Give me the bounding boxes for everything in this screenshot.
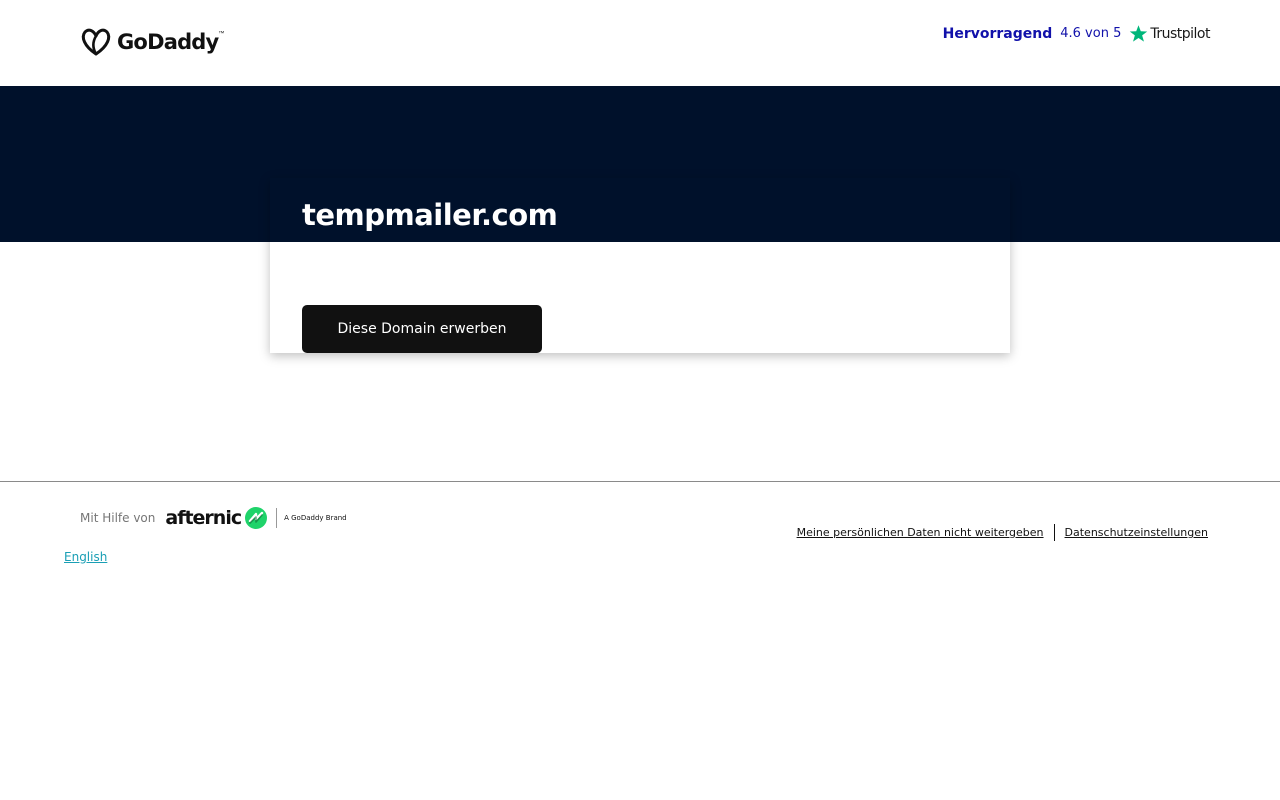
powered-by-label: Mit Hilfe von — [80, 511, 156, 525]
logo-wordmark: GoDaddy — [117, 30, 219, 54]
site-header: GoDaddy ™ Hervorragend 4.6 von 5 Trustpi… — [0, 0, 1280, 86]
trustpilot-brand: Trustpilot — [1150, 25, 1210, 42]
domain-name-title: tempmailer.com — [302, 198, 558, 232]
buy-domain-button[interactable]: Diese Domain erwerben — [302, 305, 542, 353]
trustpilot-widget[interactable]: Hervorragend 4.6 von 5 Trustpilot — [943, 24, 1210, 43]
afternic-logo-text: afternic — [165, 507, 242, 529]
godaddy-logo[interactable]: GoDaddy ™ — [80, 27, 224, 57]
footer-legal-links: Meine persönlichen Daten nicht weitergeb… — [797, 524, 1208, 541]
afternic-logo-icon — [245, 507, 268, 529]
brand-separator — [276, 508, 278, 528]
language-switch-link[interactable]: English — [64, 550, 107, 564]
logo-trademark: ™ — [218, 31, 225, 37]
godaddy-heart-icon — [81, 28, 111, 56]
powered-by: Mit Hilfe von afternic A GoDaddy Brand — [80, 506, 347, 530]
trustpilot-star-icon — [1130, 25, 1148, 42]
privacy-settings-link[interactable]: Datenschutzeinstellungen — [1065, 526, 1208, 539]
trustpilot-rating-label: Hervorragend — [942, 25, 1053, 42]
footer-link-separator — [1053, 524, 1055, 541]
footer-divider — [0, 481, 1280, 482]
trustpilot-score: 4.6 von 5 — [1060, 26, 1122, 41]
domain-card: tempmailer.com Diese Domain erwerben — [270, 178, 1010, 353]
do-not-sell-data-link[interactable]: Meine persönlichen Daten nicht weitergeb… — [797, 526, 1044, 539]
godaddy-brand-tagline: A GoDaddy Brand — [284, 514, 347, 522]
